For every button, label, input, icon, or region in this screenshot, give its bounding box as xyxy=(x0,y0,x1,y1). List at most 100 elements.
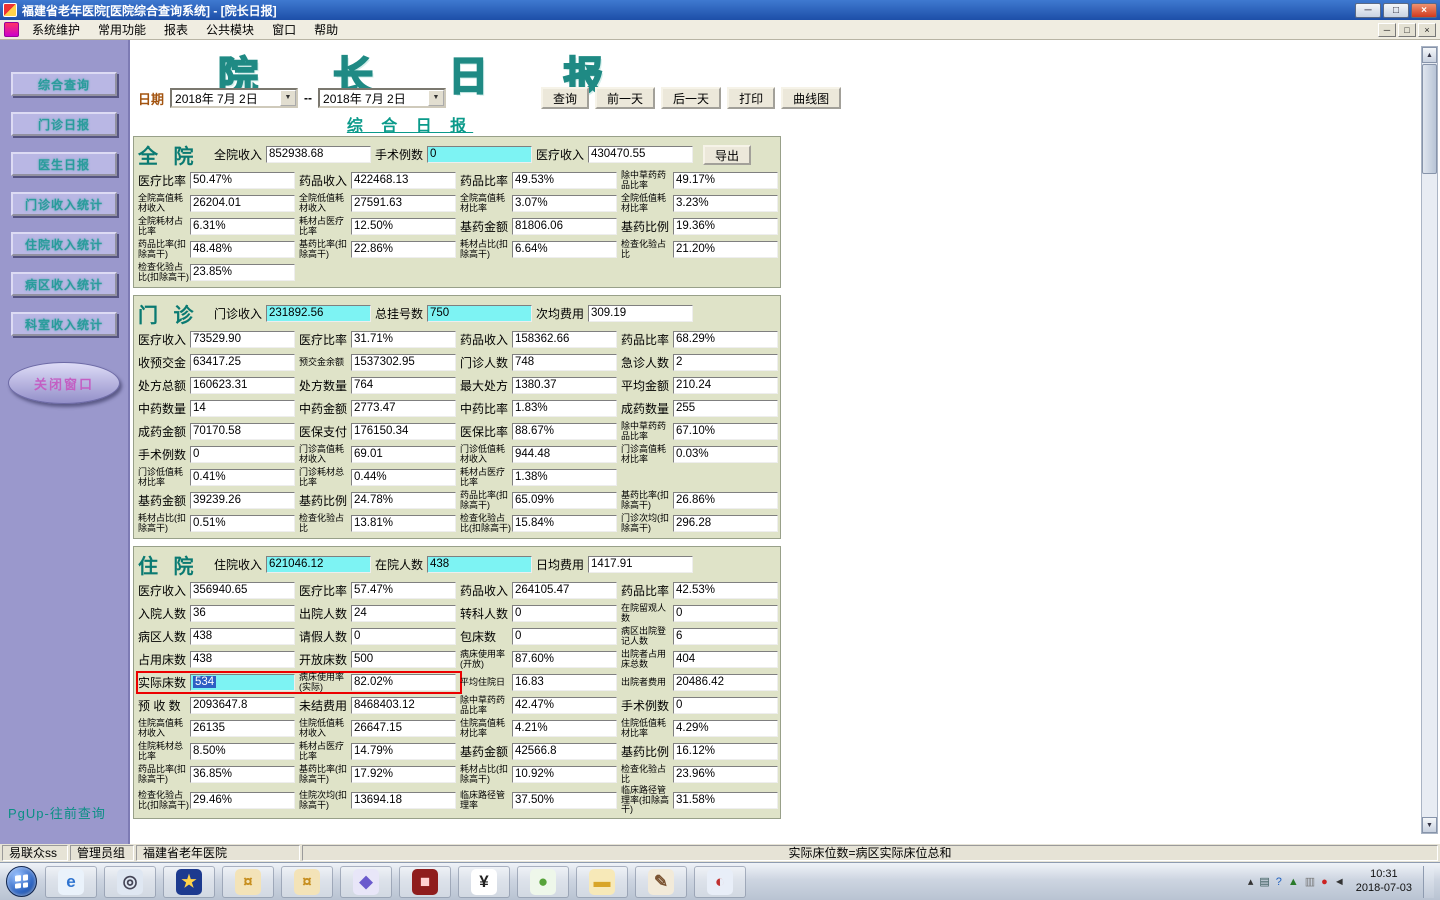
toolbar-button[interactable]: 曲线图 xyxy=(781,87,842,109)
field-value[interactable]: 404 xyxy=(673,651,778,668)
field-value[interactable]: 57.47% xyxy=(351,582,456,599)
field-value[interactable]: 26.86% xyxy=(673,492,778,509)
field-value[interactable]: 63417.25 xyxy=(190,354,295,371)
field-value[interactable]: 69.01 xyxy=(351,446,456,463)
menu-item[interactable]: 窗口 xyxy=(263,20,305,39)
field-value[interactable]: 82.02% xyxy=(351,674,456,691)
sidebar-button[interactable]: 门诊收入统计 xyxy=(11,192,117,216)
field-value[interactable]: 49.17% xyxy=(673,172,778,189)
field-value[interactable]: 4.29% xyxy=(673,720,778,737)
field-value[interactable]: 48.48% xyxy=(190,241,295,258)
field-value[interactable]: 15.84% xyxy=(512,515,617,532)
field-value[interactable]: 0 xyxy=(190,446,295,463)
field-value[interactable]: 8.50% xyxy=(190,743,295,760)
field-value[interactable]: 17.92% xyxy=(351,766,456,783)
alert-icon[interactable]: ● xyxy=(1321,876,1328,888)
coins-app-1-icon[interactable]: ¤ xyxy=(222,865,274,898)
field-value[interactable]: 39239.26 xyxy=(190,492,295,509)
field-value[interactable]: 176150.34 xyxy=(351,423,456,440)
vertical-scrollbar[interactable]: ▲ ▼ xyxy=(1421,46,1438,834)
field-value[interactable]: 160623.31 xyxy=(190,377,295,394)
field-value[interactable]: 21.20% xyxy=(673,241,778,258)
field-value[interactable]: 0 xyxy=(351,628,456,645)
hidden-icons-icon[interactable]: ▴ xyxy=(1248,875,1254,888)
field-value[interactable]: 36 xyxy=(190,605,295,622)
field-value[interactable]: 50.47% xyxy=(190,172,295,189)
field-value[interactable]: 23.85% xyxy=(190,264,295,281)
field-value[interactable]: 500 xyxy=(351,651,456,668)
field-value[interactable]: 22.86% xyxy=(351,241,456,258)
field-value[interactable]: 0 xyxy=(427,146,532,163)
toolbar-button[interactable]: 前一天 xyxy=(595,87,656,109)
field-value[interactable]: 6 xyxy=(673,628,778,645)
field-value[interactable]: 8468403.12 xyxy=(351,697,456,714)
field-value[interactable]: 1380.37 xyxy=(512,377,617,394)
field-value[interactable]: 3.23% xyxy=(673,195,778,212)
field-value[interactable]: 19.36% xyxy=(673,218,778,235)
field-value[interactable]: 210.24 xyxy=(673,377,778,394)
volume-icon[interactable]: ◄ xyxy=(1334,876,1345,888)
scroll-up-icon[interactable]: ▲ xyxy=(1422,47,1437,63)
field-value[interactable]: 0.41% xyxy=(190,469,295,486)
field-value[interactable]: 3.07% xyxy=(512,195,617,212)
date-from-select[interactable]: 2018年 7月 2日 ▼ xyxy=(170,88,299,108)
display-icon[interactable]: ▤ xyxy=(1259,875,1269,888)
field-value[interactable]: 49.53% xyxy=(512,172,617,189)
eject-icon[interactable]: ▲ xyxy=(1288,876,1299,888)
scroll-thumb[interactable] xyxy=(1422,64,1437,174)
field-value[interactable]: 6.31% xyxy=(190,218,295,235)
field-value[interactable]: 621046.12 xyxy=(266,556,371,573)
field-value[interactable]: 27591.63 xyxy=(351,195,456,212)
field-value[interactable]: 0 xyxy=(512,628,617,645)
field-value[interactable]: 26135 xyxy=(190,720,295,737)
field-value[interactable]: 2093647.8 xyxy=(190,697,295,714)
field-value[interactable]: 0 xyxy=(673,697,778,714)
field-value[interactable]: 16.83 xyxy=(512,674,617,691)
field-value[interactable]: 309.19 xyxy=(588,305,693,322)
field-value[interactable]: 24.78% xyxy=(351,492,456,509)
yen-app-icon[interactable]: ¥ xyxy=(458,865,510,898)
field-value[interactable]: 4.21% xyxy=(512,720,617,737)
field-value[interactable]: 0 xyxy=(673,605,778,622)
show-desktop-button[interactable] xyxy=(1423,865,1434,898)
field-value[interactable]: 2 xyxy=(673,354,778,371)
field-value[interactable]: 42566.8 xyxy=(512,743,617,760)
coins-app-2-icon[interactable]: ¤ xyxy=(281,865,333,898)
field-value[interactable]: 750 xyxy=(427,305,532,322)
field-value[interactable]: 23.96% xyxy=(673,766,778,783)
menu-item[interactable]: 帮助 xyxy=(305,20,347,39)
folder-app-icon[interactable]: ▬ xyxy=(576,865,628,898)
field-value[interactable]: 852938.68 xyxy=(266,146,371,163)
field-value[interactable]: 67.10% xyxy=(673,423,778,440)
mdi-minimize-button[interactable]: ─ xyxy=(1378,22,1396,37)
field-value[interactable]: 438 xyxy=(190,651,295,668)
field-value[interactable]: 944.48 xyxy=(512,446,617,463)
field-value[interactable]: 24 xyxy=(351,605,456,622)
field-value[interactable]: 42.53% xyxy=(673,582,778,599)
field-value[interactable]: 0.03% xyxy=(673,446,778,463)
sidebar-button[interactable]: 科室收入统计 xyxy=(11,312,117,336)
sphere-app-icon[interactable]: ◐ xyxy=(694,865,746,898)
field-value[interactable]: 31.71% xyxy=(351,331,456,348)
close-button[interactable]: × xyxy=(1411,2,1437,18)
field-value[interactable]: 14.79% xyxy=(351,743,456,760)
field-value[interactable]: 438 xyxy=(190,628,295,645)
field-value[interactable]: 438 xyxy=(427,556,532,573)
field-value[interactable]: 296.28 xyxy=(673,515,778,532)
maximize-button[interactable]: □ xyxy=(1383,2,1409,18)
field-value[interactable]: 764 xyxy=(351,377,456,394)
field-value[interactable]: 16.12% xyxy=(673,743,778,760)
sidebar-button[interactable]: 医生日报 xyxy=(11,152,117,176)
field-value[interactable]: 36.85% xyxy=(190,766,295,783)
toolbar-button[interactable]: 后一天 xyxy=(661,87,722,109)
clock[interactable]: 10:31 2018-07-03 xyxy=(1352,868,1416,896)
field-value[interactable]: 31.58% xyxy=(673,792,778,810)
mdi-restore-button[interactable]: □ xyxy=(1398,22,1416,37)
toolbar-button[interactable]: 查询 xyxy=(541,87,590,109)
ie-browser-icon[interactable]: e xyxy=(45,865,97,898)
alert-app-icon[interactable]: ■ xyxy=(399,865,451,898)
magnifier-app-icon[interactable]: ◎ xyxy=(104,865,156,898)
field-value[interactable]: 6.64% xyxy=(512,241,617,258)
field-value[interactable]: 231892.56 xyxy=(266,305,371,322)
field-value[interactable]: 264105.47 xyxy=(512,582,617,599)
